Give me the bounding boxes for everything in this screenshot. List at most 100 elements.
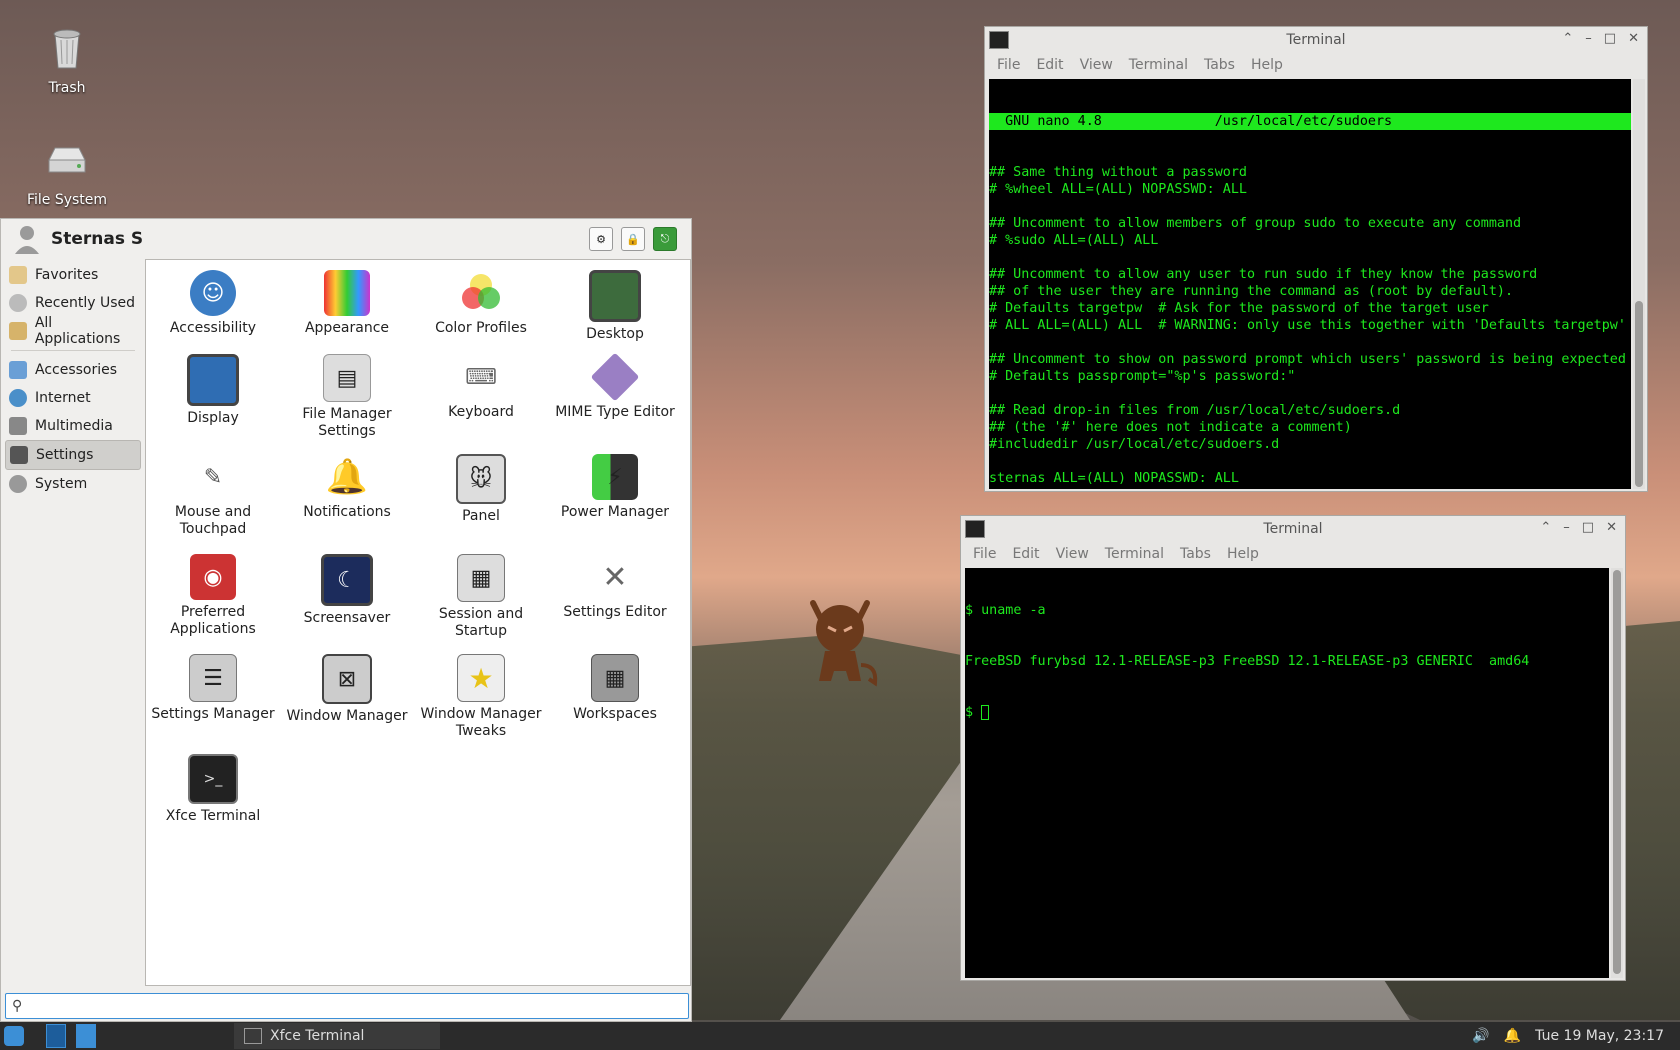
workspace-1-button[interactable] — [46, 1024, 66, 1048]
nano-header: GNU nano 4.8 /usr/local/etc/sudoers — [989, 113, 1631, 130]
search-icon: ⚲ — [12, 998, 23, 1014]
nano-line: sternas ALL=(ALL) NOPASSWD: ALL — [989, 471, 1239, 486]
close-button[interactable]: ✕ — [1606, 520, 1617, 535]
terminal-window-nano[interactable]: Terminal ⌃ – □ ✕ File Edit View Terminal… — [984, 26, 1648, 492]
app-window-manager-tweaks[interactable]: ★ Window Manager Tweaks — [414, 644, 548, 740]
sidebar-item-favorites[interactable]: Favorites — [5, 261, 141, 289]
maximize-button[interactable]: □ — [1604, 31, 1616, 46]
battery-icon: ⚡ — [592, 454, 638, 500]
app-screensaver[interactable]: ☾ Screensaver — [280, 544, 414, 627]
whisker-menu-button[interactable] — [4, 1026, 24, 1046]
menu-help[interactable]: Help — [1251, 57, 1283, 73]
system-gear-icon — [9, 475, 27, 493]
app-session-and-startup[interactable]: ▦ Session and Startup — [414, 544, 548, 640]
terminal-window-shell[interactable]: Terminal ⌃ – □ ✕ File Edit View Terminal… — [960, 515, 1626, 981]
desktop-icon-trash[interactable]: Trash — [12, 24, 122, 96]
sidebar-item-settings[interactable]: Settings — [5, 440, 141, 470]
menu-help[interactable]: Help — [1227, 546, 1259, 562]
nano-line: # Defaults passprompt="%p's password:" — [989, 369, 1296, 384]
app-display[interactable]: Display — [146, 344, 280, 427]
app-preferred-applications[interactable]: ◉ Preferred Applications — [146, 544, 280, 638]
bottom-panel: Xfce Terminal 🔊 🔔 Tue 19 May, 23:17 — [0, 1022, 1680, 1050]
menu-terminal[interactable]: Terminal — [1129, 57, 1188, 73]
nano-line — [989, 198, 1631, 215]
menu-view[interactable]: View — [1080, 57, 1113, 73]
terminal-screen[interactable]: GNU nano 4.8 /usr/local/etc/sudoers ## S… — [989, 79, 1631, 489]
menu-edit[interactable]: Edit — [1012, 546, 1039, 562]
log-out-button[interactable]: ⎋ — [653, 227, 677, 251]
menu-search[interactable]: ⚲ — [5, 993, 689, 1019]
menu-file[interactable]: File — [973, 546, 996, 562]
scrollbar-thumb[interactable] — [1635, 301, 1643, 487]
preferred-apps-icon: ◉ — [190, 554, 236, 600]
notification-bell-icon[interactable]: 🔔 — [1504, 1028, 1521, 1044]
app-keyboard[interactable]: ⌨ Keyboard — [414, 344, 548, 421]
window-titlebar[interactable]: Terminal ⌃ – □ ✕ — [961, 516, 1625, 542]
menu-view[interactable]: View — [1056, 546, 1089, 562]
nano-buffer[interactable]: ## Same thing without a password # %wheel… — [989, 164, 1631, 487]
scrollbar-thumb[interactable] — [1613, 570, 1621, 974]
app-window-manager[interactable]: ⊠ Window Manager — [280, 644, 414, 725]
nano-line: ## (the '#' here does not indicate a com… — [989, 420, 1352, 435]
sidebar-item-accessories[interactable]: Accessories — [5, 356, 141, 384]
exit-icon: ⎋ — [660, 232, 670, 245]
close-button[interactable]: ✕ — [1628, 31, 1639, 46]
terminal-scrollbar[interactable] — [1633, 79, 1645, 489]
app-desktop[interactable]: Desktop — [548, 260, 682, 343]
shade-button[interactable]: ⌃ — [1562, 31, 1573, 46]
terminal-icon — [244, 1028, 262, 1044]
app-xfce-terminal[interactable]: >_ Xfce Terminal — [146, 744, 280, 825]
app-notifications[interactable]: 🔔 Notifications — [280, 444, 414, 521]
hard-drive-icon — [48, 147, 86, 173]
app-panel[interactable]: 🐭 Panel — [414, 444, 548, 525]
sliders-icon: ☰ — [189, 654, 237, 702]
multimedia-icon — [9, 417, 27, 435]
terminal-screen[interactable]: $ uname -a FreeBSD furybsd 12.1-RELEASE-… — [965, 568, 1609, 978]
terminal-icon: >_ — [188, 754, 238, 804]
app-settings-manager[interactable]: ☰ Settings Manager — [146, 644, 280, 723]
menu-tabs[interactable]: Tabs — [1180, 546, 1211, 562]
desktop-icon-file-system[interactable]: File System — [12, 136, 122, 208]
settings-manager-button[interactable]: ⚙ — [589, 227, 613, 251]
sidebar-item-multimedia[interactable]: Multimedia — [5, 412, 141, 440]
search-input[interactable] — [26, 997, 688, 1015]
terminal-icon — [965, 520, 985, 538]
workspace-2-button[interactable] — [76, 1024, 96, 1048]
sidebar-item-recently-used[interactable]: Recently Used — [5, 289, 141, 317]
globe-icon — [9, 389, 27, 407]
app-settings-editor[interactable]: ✕ Settings Editor — [548, 544, 682, 621]
menu-edit[interactable]: Edit — [1036, 57, 1063, 73]
sidebar-item-internet[interactable]: Internet — [5, 384, 141, 412]
app-power-manager[interactable]: ⚡ Power Manager — [548, 444, 682, 521]
app-appearance[interactable]: Appearance — [280, 260, 414, 337]
clock[interactable]: Tue 19 May, 23:17 — [1535, 1028, 1664, 1044]
volume-icon[interactable]: 🔊 — [1472, 1028, 1489, 1044]
nano-line — [989, 249, 1631, 266]
lock-screen-button[interactable]: 🔒 — [621, 227, 645, 251]
app-mouse-and-touchpad[interactable]: ✎ Mouse and Touchpad — [146, 444, 280, 538]
menu-file[interactable]: File — [997, 57, 1020, 73]
nano-line: ## Read drop-in files from /usr/local/et… — [989, 403, 1401, 418]
app-mime-type-editor[interactable]: MIME Type Editor — [548, 344, 682, 421]
maximize-button[interactable]: □ — [1582, 520, 1594, 535]
sidebar-item-system[interactable]: System — [5, 470, 141, 498]
menu-terminal[interactable]: Terminal — [1105, 546, 1164, 562]
minimize-button[interactable]: – — [1563, 520, 1570, 535]
app-file-manager-settings[interactable]: ▤ File Manager Settings — [280, 344, 414, 440]
mouse-touchpad-icon: ✎ — [203, 464, 223, 490]
window-titlebar[interactable]: Terminal ⌃ – □ ✕ — [985, 27, 1647, 53]
accessibility-icon: ☺ — [190, 270, 236, 316]
shade-button[interactable]: ⌃ — [1540, 520, 1551, 535]
sidebar-item-all-applications[interactable]: All Applications — [5, 315, 141, 347]
terminal-scrollbar[interactable] — [1611, 568, 1623, 978]
nano-line: ## of the user they are running the comm… — [989, 284, 1514, 299]
app-color-profiles[interactable]: Color Profiles — [414, 260, 548, 337]
app-workspaces[interactable]: ▦ Workspaces — [548, 644, 682, 723]
star-window-icon: ★ — [457, 654, 505, 702]
app-accessibility[interactable]: ☺ Accessibility — [146, 260, 280, 337]
menu-tabs[interactable]: Tabs — [1204, 57, 1235, 73]
terminal-icon — [989, 31, 1009, 49]
nano-line: # %sudo ALL=(ALL) ALL — [989, 233, 1159, 248]
minimize-button[interactable]: – — [1585, 31, 1592, 46]
taskbar-item-xfce-terminal[interactable]: Xfce Terminal — [234, 1023, 440, 1049]
